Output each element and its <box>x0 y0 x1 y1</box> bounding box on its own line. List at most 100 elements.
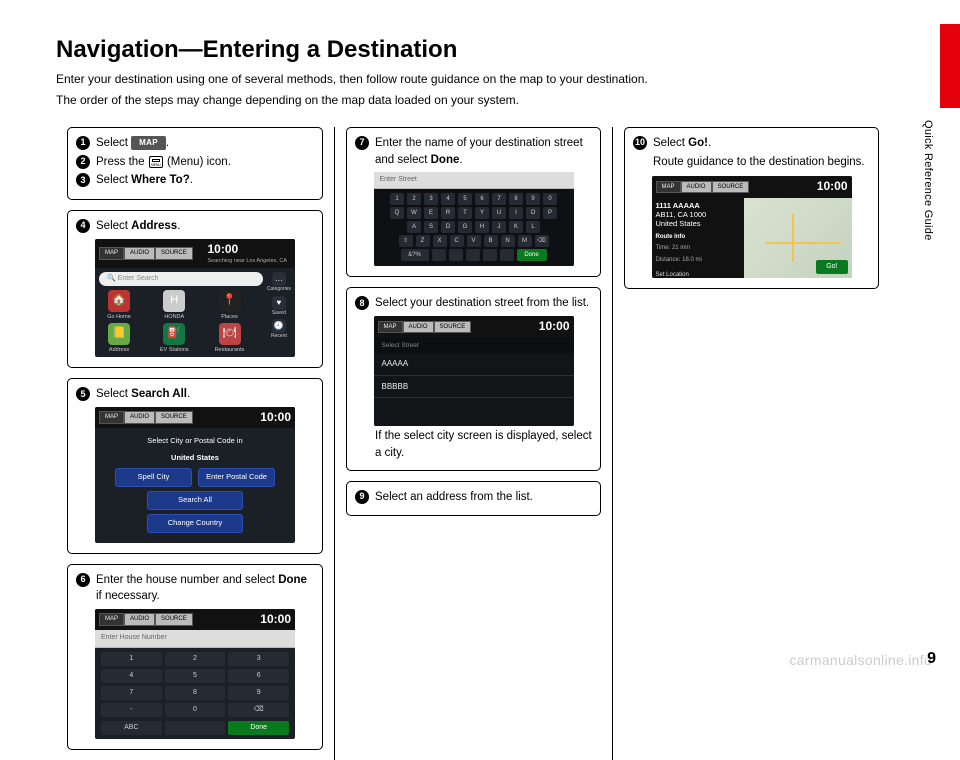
step-6-text: Enter the house number and select Done i… <box>96 572 314 605</box>
step-3: 3 Select Where To?. <box>76 172 314 189</box>
kb-key: T <box>458 207 472 219</box>
step-3-bold: Where To? <box>131 174 190 186</box>
step-3-pre: Select <box>96 174 131 186</box>
kb-key: X <box>433 235 447 247</box>
kb-key: 4 <box>441 193 455 205</box>
step-2: 2 Press the (Menu) icon. <box>76 154 314 171</box>
sc-tab: MAP <box>99 411 124 424</box>
box-step-6: 6 Enter the house number and select Done… <box>67 564 323 750</box>
kb-key: L <box>526 221 540 233</box>
step-7-pre: Enter the name of your destination stree… <box>375 137 583 166</box>
sc-icon: ⛽ <box>163 323 185 345</box>
sc-icon-label: HONDA <box>164 314 184 320</box>
kb-key: 9 <box>526 193 540 205</box>
kb-key: 2 <box>407 193 421 205</box>
bullet-4: 4 <box>76 219 90 233</box>
sc10-route-info: Route Info <box>656 233 740 242</box>
step-6-post: if necessary. <box>96 590 160 602</box>
bullet-7: 7 <box>355 136 369 150</box>
kb-key: H <box>475 221 489 233</box>
box-step-10: 10 Select Go!. Route guidance to the des… <box>624 127 879 289</box>
step-5: 5 Select Search All. <box>76 386 314 403</box>
step-10-note: Route guidance to the destination begins… <box>653 154 870 171</box>
kb-key: K <box>509 221 523 233</box>
screenshot-search-all: MAP AUDIO SOURCE 10:00 Select City or Po… <box>95 407 295 543</box>
sc6-abc: ABC <box>101 721 162 735</box>
kb-key: ⇧ <box>399 235 413 247</box>
sc10-dest-2: United States <box>656 219 740 228</box>
sc-icon: 🍽 <box>219 323 241 345</box>
menu-icon <box>149 156 163 168</box>
step-6: 6 Enter the house number and select Done… <box>76 572 314 605</box>
red-tab <box>940 24 960 108</box>
sc-tab: AUDIO <box>403 321 434 334</box>
sc-time: 10:00 <box>260 409 291 426</box>
kb-key <box>483 249 497 261</box>
sc-btn-change-country: Change Country <box>147 514 243 533</box>
sc-tab: MAP <box>378 321 403 334</box>
step-2-pre: Press the <box>96 156 148 168</box>
screenshot-house-number: MAP AUDIO SOURCE 10:00 Enter House Numbe… <box>95 609 295 739</box>
box-step-8: 8 Select your destination street from th… <box>346 287 601 470</box>
intro-line-2: The order of the steps may change depend… <box>56 91 900 109</box>
step-4-pre: Select <box>96 220 131 232</box>
sc-time: 10:00 <box>817 178 848 195</box>
sc-tab: SOURCE <box>434 321 472 334</box>
kb-key: 1 <box>390 193 404 205</box>
sc-icon-label: Restaurants <box>215 347 245 353</box>
num-key: 9 <box>228 686 289 700</box>
bullet-5: 5 <box>76 387 90 401</box>
sc5-heading2: United States <box>115 451 275 468</box>
bullet-8: 8 <box>355 296 369 310</box>
sc-time: 10:00 <box>539 318 570 335</box>
kb-key: Q <box>390 207 404 219</box>
num-key: ⌫ <box>228 703 289 717</box>
kb-key: D <box>441 221 455 233</box>
sc10-map-preview: Go! <box>744 198 852 278</box>
step-4-post: . <box>177 220 180 232</box>
kb-key: O <box>526 207 540 219</box>
bullet-2: 2 <box>76 155 90 169</box>
kb-key: E <box>424 207 438 219</box>
num-key: 3 <box>228 652 289 666</box>
kb-key: G <box>458 221 472 233</box>
kb-key: 8 <box>509 193 523 205</box>
sc-side-icon: ♥ <box>272 296 286 310</box>
kb-key <box>449 249 463 261</box>
sc-tab: SOURCE <box>155 411 193 424</box>
kb-key: M <box>518 235 532 247</box>
num-key: 8 <box>165 686 226 700</box>
step-9: 9 Select an address from the list. <box>355 489 592 506</box>
watermark: carmanualsonline.info <box>790 652 933 668</box>
step-5-bold: Search All <box>131 388 187 400</box>
step-5-pre: Select <box>96 388 131 400</box>
box-step-4: 4 Select Address. MAP AUDIO SOURCE 10:00 <box>67 210 323 368</box>
sc-time: 10:00 <box>208 241 292 258</box>
kb-key: C <box>450 235 464 247</box>
sc10-set-loc: Set Location <box>656 271 740 278</box>
sc-icon-label: Address <box>109 347 129 353</box>
sc-side-icon: … <box>272 272 286 286</box>
step-10: 10 Select Go!. <box>633 135 870 152</box>
sc-tab: AUDIO <box>124 613 155 626</box>
page-number: 9 <box>927 650 936 668</box>
kb-key: 6 <box>475 193 489 205</box>
sc-btn-search-all: Search All <box>147 491 243 510</box>
sc-icon: 🏠 <box>108 290 130 312</box>
intro-line-1: Enter your destination using one of seve… <box>56 70 900 88</box>
kb-key: P <box>543 207 557 219</box>
kb-key: A <box>407 221 421 233</box>
step-5-text: Select Search All. <box>96 386 314 403</box>
step-7: 7 Enter the name of your destination str… <box>355 135 592 168</box>
sc10-route-time: Time: 21 min <box>656 244 740 253</box>
column-1: 1 Select MAP. 2 Press the (Menu) icon. 3… <box>56 127 334 760</box>
step-10-post: . <box>708 137 711 149</box>
step-4-bold: Address <box>131 220 177 232</box>
sc5-heading1: Select City or Postal Code in <box>115 434 275 451</box>
kb-key: Y <box>475 207 489 219</box>
kb-key: N <box>501 235 515 247</box>
step-6-pre: Enter the house number and select <box>96 574 278 586</box>
kb-key: B <box>484 235 498 247</box>
step-7-bold: Done <box>431 154 460 166</box>
num-key: 0 <box>165 703 226 717</box>
